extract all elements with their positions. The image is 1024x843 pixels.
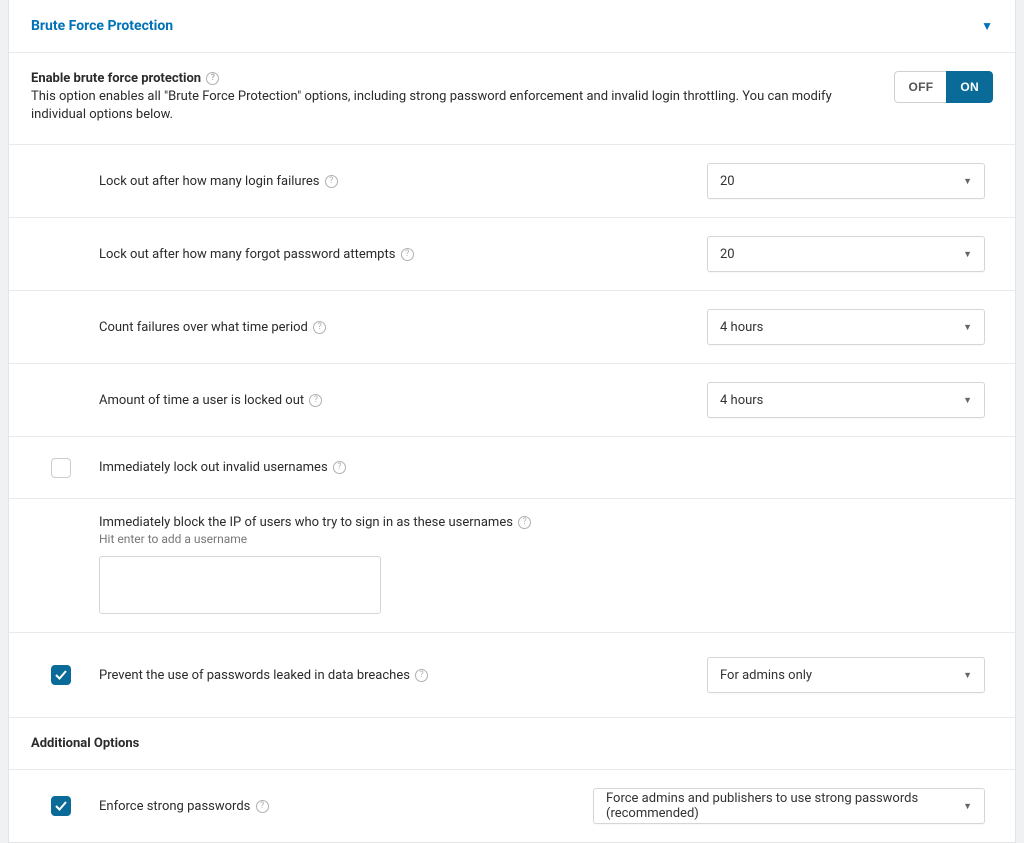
time-period-value: 4 hours [720,320,763,335]
additional-options-header: Additional Options [9,718,1015,770]
login-failures-label-text: Lock out after how many login failures [99,174,319,189]
time-period-row: Count failures over what time period ? 4… [9,291,1015,364]
strong-passwords-label-text: Enforce strong passwords [99,799,250,814]
enable-brute-force-label-text: Enable brute force protection [31,71,201,86]
enable-toggle-off[interactable]: OFF [894,71,946,103]
chevron-down-icon: ▼ [963,395,972,406]
panel-title: Brute Force Protection [31,18,173,34]
brute-force-protection-panel: Brute Force Protection ▼ Enable brute fo… [8,0,1016,843]
invalid-usernames-row: Immediately lock out invalid usernames ? [9,437,1015,499]
chevron-down-icon: ▼ [963,801,972,812]
invalid-usernames-checkbox[interactable] [51,458,71,478]
help-icon[interactable]: ? [333,461,346,474]
chevron-down-icon: ▼ [963,176,972,187]
forgot-attempts-label-text: Lock out after how many forgot password … [99,247,395,262]
help-icon[interactable]: ? [325,175,338,188]
check-icon [55,800,67,812]
forgot-attempts-select[interactable]: 20 ▼ [707,236,985,272]
help-icon[interactable]: ? [309,394,322,407]
enable-brute-force-text: Enable brute force protection ? This opt… [31,71,874,124]
time-period-label: Count failures over what time period ? [99,320,707,335]
help-icon[interactable]: ? [518,516,531,529]
enable-brute-force-desc: This option enables all "Brute Force Pro… [31,88,874,124]
leaked-passwords-value: For admins only [720,668,812,683]
leaked-passwords-label-text: Prevent the use of passwords leaked in d… [99,668,410,683]
strong-passwords-row: Enforce strong passwords ? Force admins … [9,770,1015,842]
enable-toggle: OFF ON [894,71,993,103]
login-failures-select[interactable]: 20 ▼ [707,163,985,199]
forgot-attempts-value: 20 [720,247,735,262]
lockout-duration-select[interactable]: 4 hours ▼ [707,382,985,418]
block-ip-row: Immediately block the IP of users who tr… [9,499,1015,633]
lockout-duration-value: 4 hours [720,393,763,408]
panel-header[interactable]: Brute Force Protection ▼ [9,0,1015,53]
help-icon[interactable]: ? [256,800,269,813]
chevron-down-icon: ▼ [963,249,972,260]
invalid-usernames-label: Immediately lock out invalid usernames ? [99,460,707,475]
lockout-duration-label: Amount of time a user is locked out ? [99,393,707,408]
strong-passwords-select[interactable]: Force admins and publishers to use stron… [593,788,985,824]
forgot-attempts-row: Lock out after how many forgot password … [9,218,1015,291]
login-failures-label: Lock out after how many login failures ? [99,174,707,189]
help-icon[interactable]: ? [313,321,326,334]
login-failures-value: 20 [720,174,735,189]
lockout-duration-row: Amount of time a user is locked out ? 4 … [9,364,1015,437]
block-ip-label: Immediately block the IP of users who tr… [99,515,993,546]
enable-brute-force-row: Enable brute force protection ? This opt… [9,53,1015,145]
enable-brute-force-label: Enable brute force protection ? [31,71,874,86]
time-period-select[interactable]: 4 hours ▼ [707,309,985,345]
help-icon[interactable]: ? [401,248,414,261]
leaked-passwords-row: Prevent the use of passwords leaked in d… [9,633,1015,718]
strong-passwords-label: Enforce strong passwords ? [99,799,593,814]
chevron-down-icon[interactable]: ▼ [981,19,993,33]
forgot-attempts-label: Lock out after how many forgot password … [99,247,707,262]
strong-passwords-checkbox[interactable] [51,796,71,816]
block-ip-hint: Hit enter to add a username [99,532,993,546]
chevron-down-icon: ▼ [963,322,972,333]
strong-passwords-value: Force admins and publishers to use stron… [606,791,963,821]
time-period-label-text: Count failures over what time period [99,320,308,335]
enable-toggle-on[interactable]: ON [946,71,993,103]
invalid-usernames-label-text: Immediately lock out invalid usernames [99,460,328,475]
block-ip-usernames-input[interactable] [99,556,381,614]
chevron-down-icon: ▼ [963,670,972,681]
check-icon [55,669,67,681]
leaked-passwords-checkbox[interactable] [51,665,71,685]
help-icon[interactable]: ? [206,72,219,85]
login-failures-row: Lock out after how many login failures ?… [9,145,1015,218]
help-icon[interactable]: ? [415,669,428,682]
leaked-passwords-select[interactable]: For admins only ▼ [707,657,985,693]
lockout-duration-label-text: Amount of time a user is locked out [99,393,304,408]
leaked-passwords-label: Prevent the use of passwords leaked in d… [99,668,707,683]
block-ip-label-text: Immediately block the IP of users who tr… [99,515,513,530]
